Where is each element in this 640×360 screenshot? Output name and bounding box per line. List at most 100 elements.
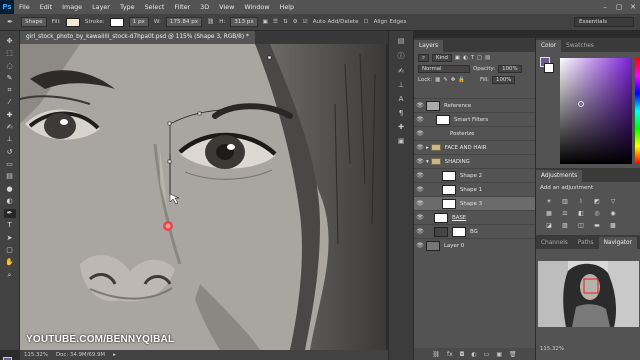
gradient-map-icon[interactable]: ▬ xyxy=(592,222,602,230)
layer-shape-3[interactable]: 👁 Shape 3 xyxy=(414,196,535,210)
new-group-icon[interactable]: ▭ xyxy=(484,351,490,358)
clone-stamp-tool-icon[interactable]: ⊥ xyxy=(4,135,16,144)
layer-0[interactable]: 👁 Layer 0 xyxy=(414,238,535,252)
selective-color-icon[interactable]: ▩ xyxy=(608,222,618,230)
search-icon[interactable]: ⌕ xyxy=(418,53,430,62)
menu-image[interactable]: Image xyxy=(57,3,87,11)
color-panel-background[interactable] xyxy=(544,63,554,73)
tab-layers[interactable]: Layers xyxy=(414,40,444,52)
stroke-width-field[interactable]: 1 px xyxy=(128,17,149,27)
tab-adjustments[interactable]: Adjustments xyxy=(536,170,583,182)
tab-channels[interactable]: Channels xyxy=(536,237,573,249)
tab-swatches[interactable]: Swatches xyxy=(561,40,599,52)
eyedropper-tool-icon[interactable]: ⁄ xyxy=(4,98,16,107)
workspace-switcher[interactable]: Essentials xyxy=(574,17,634,27)
menu-layer[interactable]: Layer xyxy=(87,3,115,11)
link-icon[interactable]: ⛓ xyxy=(207,19,214,25)
quick-select-tool-icon[interactable]: ✎ xyxy=(4,74,16,83)
eye-icon[interactable]: 👁 xyxy=(414,200,426,207)
chevron-right-icon[interactable]: ▸ xyxy=(426,145,429,151)
eye-icon[interactable]: 👁 xyxy=(414,228,426,235)
layer-posterize[interactable]: 👁 Posterize xyxy=(414,126,535,140)
properties-panel-icon[interactable]: ⓘ xyxy=(398,51,405,61)
fill-field[interactable]: 100% xyxy=(492,75,516,84)
tab-paths[interactable]: Paths xyxy=(573,237,599,249)
shape-tool-icon[interactable]: ▢ xyxy=(4,246,16,255)
color-picker-field[interactable] xyxy=(560,58,632,164)
navigator-preview[interactable] xyxy=(538,261,639,327)
tool-presets-icon[interactable]: ✚ xyxy=(398,123,404,131)
lasso-tool-icon[interactable]: ◌ xyxy=(4,62,16,71)
pen-tool-preset-icon[interactable]: ✒ xyxy=(4,18,16,27)
marquee-tool-icon[interactable]: ⬚ xyxy=(4,49,16,58)
menu-select[interactable]: Select xyxy=(140,3,170,11)
menu-view[interactable]: View xyxy=(214,3,239,11)
layer-group-shading[interactable]: 👁 ▾ SHADING xyxy=(414,154,535,168)
eye-icon[interactable]: 👁 xyxy=(414,172,426,179)
history-panel-icon[interactable]: ▤ xyxy=(398,37,405,45)
filter-shape-icon[interactable]: ▢ xyxy=(477,55,482,61)
close-icon[interactable]: ✕ xyxy=(626,0,640,14)
kind-filter-select[interactable]: Kind xyxy=(432,53,452,62)
tab-navigator[interactable]: Navigator xyxy=(598,237,637,249)
layer-shape-2[interactable]: 👁 Shape 2 xyxy=(414,168,535,182)
history-brush-tool-icon[interactable]: ↺ xyxy=(4,148,16,157)
lock-pixels-icon[interactable]: ▦ xyxy=(435,77,440,83)
threshold-icon[interactable]: ◫ xyxy=(576,222,586,230)
filter-adjust-icon[interactable]: ◐ xyxy=(463,55,468,61)
adjustment-layer-icon[interactable]: ◐ xyxy=(471,351,476,358)
vibrance-icon[interactable]: ▽ xyxy=(608,198,618,206)
chevron-down-icon[interactable]: ▾ xyxy=(426,159,429,165)
channel-mixer-icon[interactable]: ◉ xyxy=(608,210,618,218)
menu-type[interactable]: Type xyxy=(115,3,140,11)
filter-type-icon[interactable]: T xyxy=(471,55,474,61)
color-balance-icon[interactable]: ⚖ xyxy=(560,210,570,218)
levels-icon[interactable]: ▥ xyxy=(560,198,570,206)
add-mask-icon[interactable]: ◘ xyxy=(460,351,465,358)
auto-add-delete-checkbox[interactable]: ☑ xyxy=(303,19,308,25)
hand-tool-icon[interactable]: ✋ xyxy=(4,258,16,267)
menu-help[interactable]: Help xyxy=(275,3,300,11)
height-field[interactable]: 313 px xyxy=(230,17,258,27)
path-ops-icon[interactable]: ▣ xyxy=(263,19,268,25)
gradient-tool-icon[interactable]: ▤ xyxy=(4,172,16,181)
menu-filter[interactable]: Filter xyxy=(169,3,195,11)
link-layers-icon[interactable]: ⛓ xyxy=(432,351,440,358)
lock-position-icon[interactable]: ✥ xyxy=(451,77,456,83)
eraser-tool-icon[interactable]: ▭ xyxy=(4,160,16,169)
hue-slider[interactable] xyxy=(635,58,640,164)
path-selection-tool-icon[interactable]: ➤ xyxy=(4,234,16,243)
brightness-contrast-icon[interactable]: ☀ xyxy=(544,198,554,206)
clone-source-icon[interactable]: ⊥ xyxy=(398,81,404,89)
eye-icon[interactable]: 👁 xyxy=(414,130,426,137)
eye-icon[interactable]: 👁 xyxy=(414,214,426,221)
black-white-icon[interactable]: ◧ xyxy=(576,210,586,218)
layer-smart-filters[interactable]: 👁 Smart Filters xyxy=(414,112,535,126)
eye-icon[interactable]: 👁 xyxy=(414,144,426,151)
crop-tool-icon[interactable]: ⌗ xyxy=(4,86,16,95)
invert-icon[interactable]: ◪ xyxy=(544,222,554,230)
filter-pixel-icon[interactable]: ▣ xyxy=(455,55,460,61)
layer-group-face-and-hair[interactable]: 👁 ▸ FACE AND HAIR xyxy=(414,140,535,154)
paragraph-panel-icon[interactable]: ¶ xyxy=(399,109,403,117)
curves-icon[interactable]: ⌇ xyxy=(576,198,586,206)
layer-base[interactable]: 👁 BASE xyxy=(414,210,535,224)
lock-all-icon[interactable]: 🔒 xyxy=(458,77,465,83)
brush-tool-icon[interactable]: ✍ xyxy=(4,123,16,132)
fx-icon[interactable]: fx xyxy=(447,351,453,358)
minimize-icon[interactable]: – xyxy=(598,0,612,14)
brush-panel-icon[interactable]: ✍ xyxy=(398,67,404,75)
eye-icon[interactable]: 👁 xyxy=(414,158,426,165)
dodge-tool-icon[interactable]: ◐ xyxy=(4,197,16,206)
opacity-field[interactable]: 100% xyxy=(498,64,522,73)
layer-shape-1[interactable]: 👁 Shape 1 xyxy=(414,182,535,196)
libraries-icon[interactable]: ▣ xyxy=(398,137,405,145)
path-align-icon[interactable]: ☰ xyxy=(273,19,278,25)
zoom-tool-icon[interactable]: ⌕ xyxy=(4,271,16,280)
posterize-icon[interactable]: ▨ xyxy=(560,222,570,230)
new-layer-icon[interactable]: ▣ xyxy=(496,351,502,358)
align-edges-checkbox[interactable]: ☐ xyxy=(364,19,369,25)
filter-smart-icon[interactable]: ▤ xyxy=(485,55,490,61)
stroke-swatch[interactable] xyxy=(109,17,124,27)
status-zoom[interactable]: 115.32% xyxy=(24,352,48,358)
